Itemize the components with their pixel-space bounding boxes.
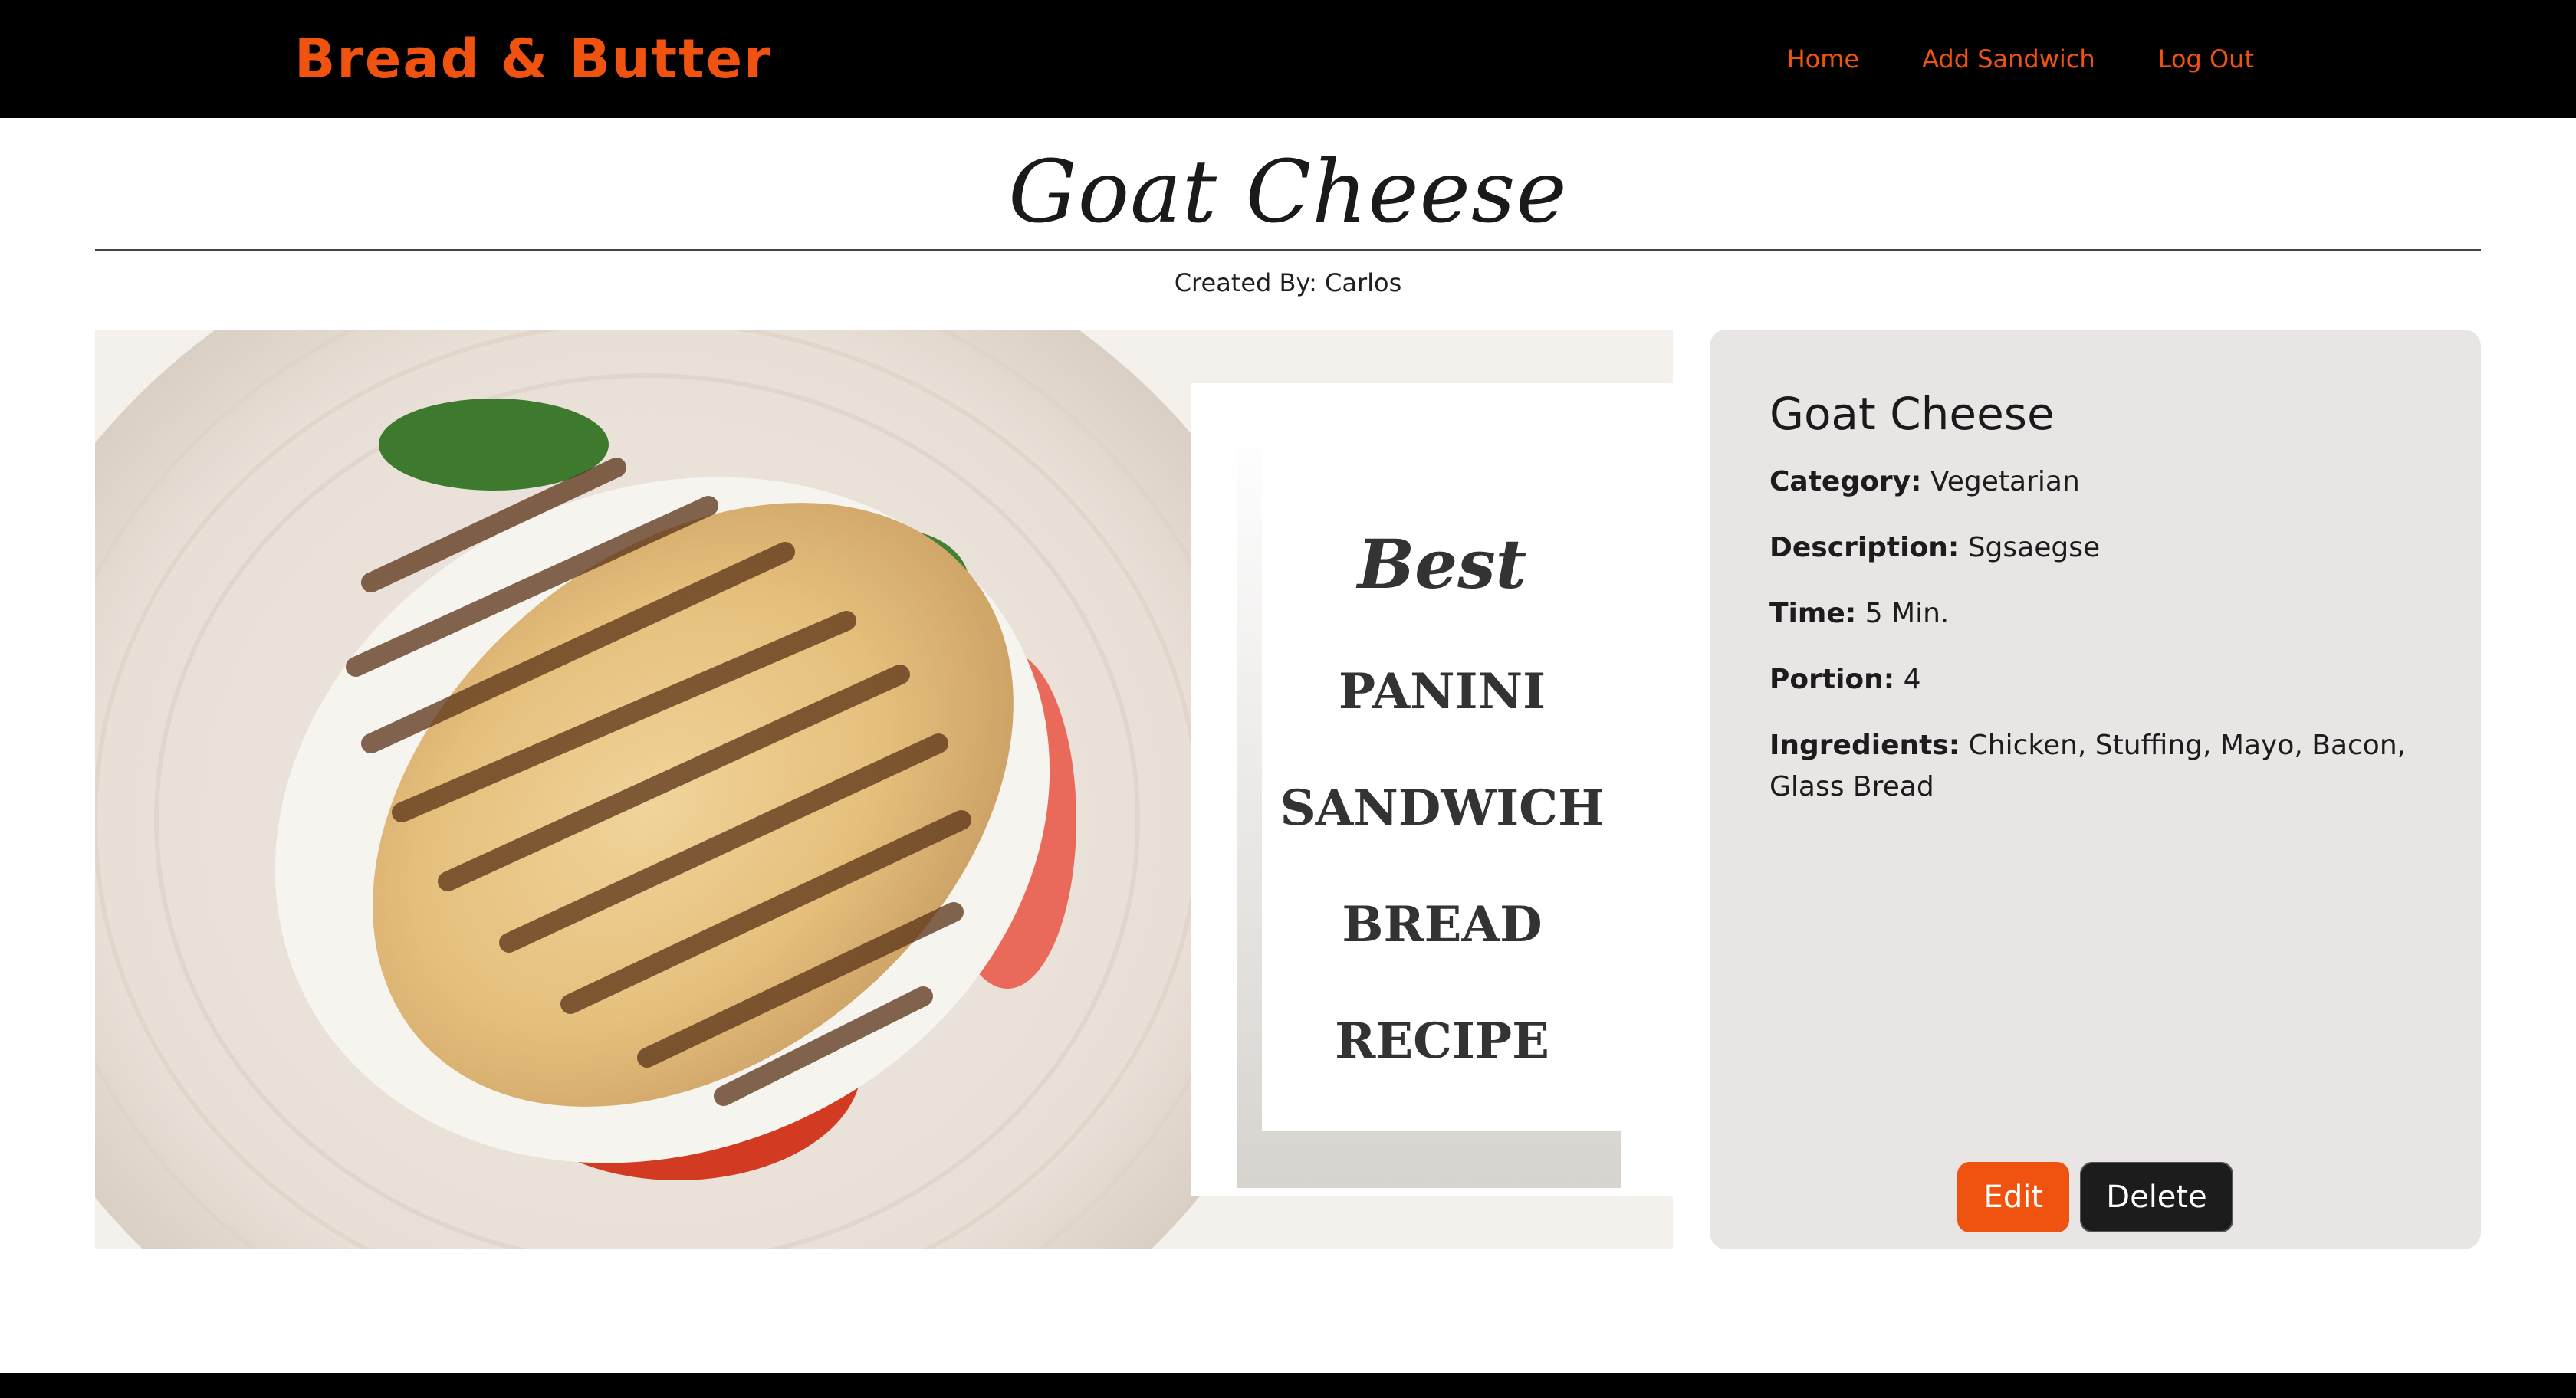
delete-button[interactable]: Delete [2080, 1162, 2233, 1232]
field-value: 4 [1903, 664, 1921, 695]
page-title: Goat Cheese [1008, 143, 1568, 242]
field-label: Time: [1769, 598, 1857, 629]
field-value: Sgsaegse [1967, 532, 2101, 563]
field-value: Vegetarian [1930, 466, 2080, 497]
field-description: Description: Sgsaegse [1769, 527, 2421, 569]
sandwich-photo: Best PANINI SANDWICH BREAD RECIPE [95, 330, 1673, 1249]
overlay-line: Best [1357, 523, 1527, 604]
sandwich-name: Goat Cheese [1769, 388, 2055, 440]
overlay-line: SANDWICH [1280, 779, 1605, 837]
brand-logo-link[interactable]: Bread & Butter [294, 0, 772, 118]
field-value: 5 Min. [1865, 598, 1950, 629]
card-actions: Edit Delete [1710, 1162, 2481, 1232]
overlay-line: RECIPE [1335, 1012, 1549, 1071]
footer-bar [0, 1373, 2576, 1398]
photo-overlay-text: Best PANINI SANDWICH BREAD RECIPE [1262, 448, 1622, 1131]
title-divider [95, 249, 2481, 251]
nav-link-log-out[interactable]: Log Out [2158, 44, 2254, 74]
field-portion: Portion: 4 [1769, 659, 2421, 701]
field-label: Category: [1769, 466, 1922, 497]
navbar: Bread & Butter Home Add Sandwich Log Out [0, 0, 2576, 118]
nav-link-add-sandwich[interactable]: Add Sandwich [1922, 44, 2095, 74]
nav-links: Home Add Sandwich Log Out [1787, 0, 2254, 118]
edit-button[interactable]: Edit [1957, 1162, 2070, 1232]
field-label: Description: [1769, 532, 1960, 563]
overlay-line: PANINI [1339, 662, 1546, 720]
overlay-line: BREAD [1342, 896, 1543, 954]
sandwich-details-card: Goat Cheese Category: Vegetarian Descrip… [1710, 330, 2481, 1249]
created-by-text: Created By: Carlos [1174, 268, 1402, 297]
nav-link-home[interactable]: Home [1787, 44, 1860, 74]
field-category: Category: Vegetarian [1769, 461, 2421, 503]
field-label: Ingredients: [1769, 730, 1960, 761]
field-time: Time: 5 Min. [1769, 593, 2421, 635]
field-label: Portion: [1769, 664, 1895, 695]
field-ingredients: Ingredients: Chicken, Stuffing, Mayo, Ba… [1769, 725, 2421, 808]
